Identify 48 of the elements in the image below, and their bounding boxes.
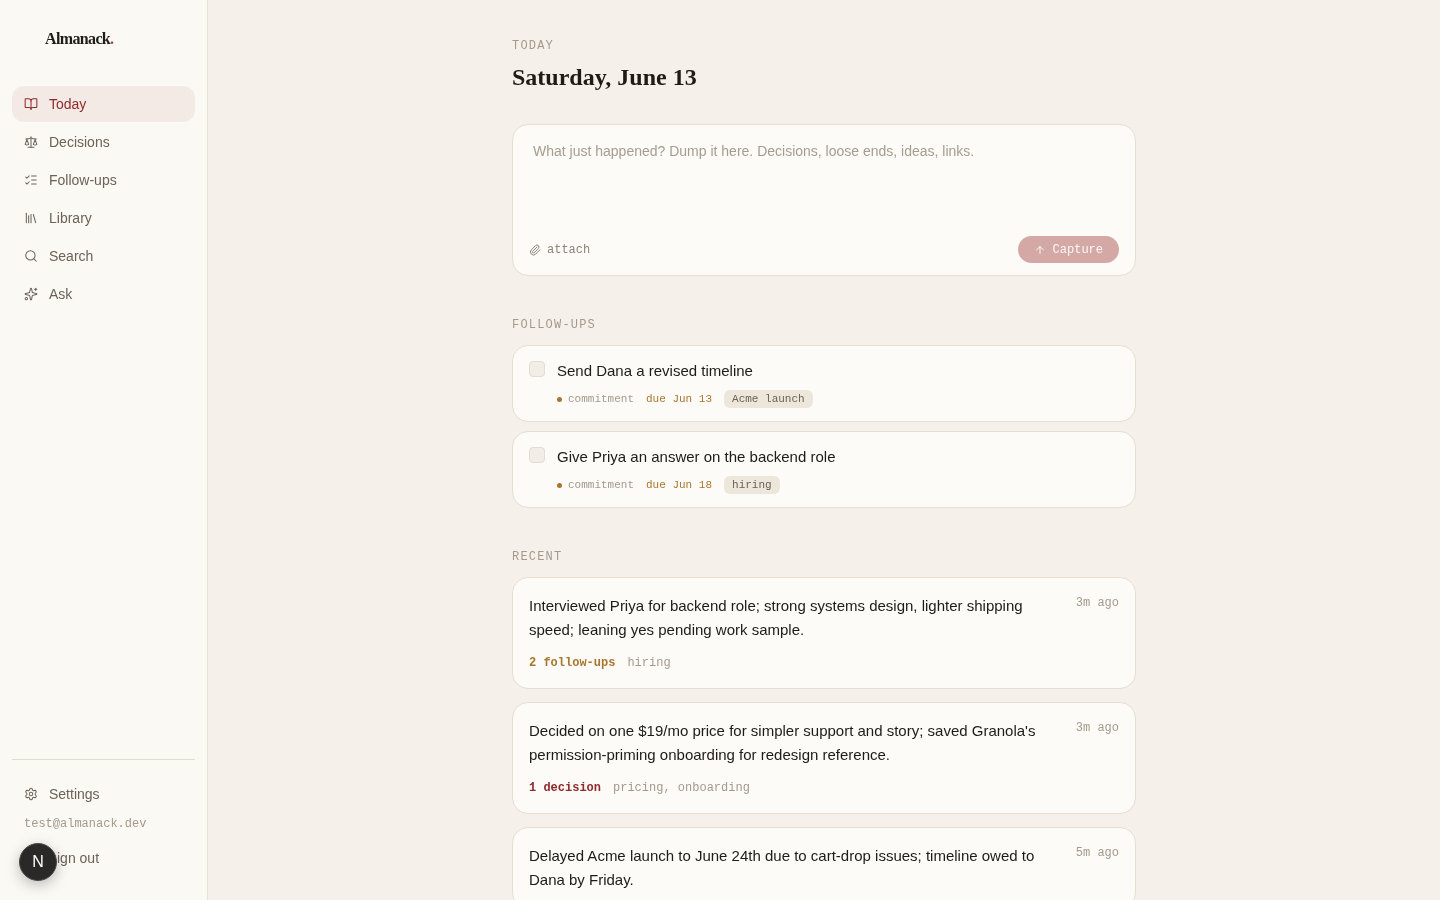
nav-item[interactable]: Follow-ups	[12, 162, 195, 198]
settings-icon	[24, 787, 38, 801]
sign-out-link[interactable]: ign out	[57, 848, 100, 868]
user-email: test@almanack.dev	[24, 816, 147, 832]
timestamp: 3m ago	[1075, 720, 1119, 736]
count-label: 2 follow-ups	[529, 655, 616, 671]
tag: Acme launch	[724, 390, 813, 408]
paperclip-icon	[529, 243, 541, 256]
follow-up-type: commitment	[568, 392, 634, 407]
tag: hiring	[724, 476, 780, 494]
page-title: Saturday, June 13	[512, 63, 697, 92]
nav-item[interactable]: Search	[12, 238, 195, 274]
due-date: due Jun 18	[646, 478, 713, 493]
follow-up-type: commitment	[568, 478, 634, 493]
nav-item[interactable]: Ask	[12, 276, 195, 312]
section-heading: RECENT	[512, 549, 563, 565]
note-card[interactable]: Delayed Acme launch to June 24th due to cart-drop issues; timeline owed to Dana by Friday. 5m ago	[512, 827, 1136, 900]
sparkles-icon	[24, 287, 38, 301]
checklist-icon	[24, 173, 38, 187]
nav-item[interactable]: Decisions	[12, 124, 195, 160]
section-heading: TODAY	[512, 38, 554, 54]
note-text: Decided on one $19/mo price for simpler support and story; saved Granola's permission-priming onboarding for redesign reference.	[529, 721, 1037, 765]
checkbox[interactable]	[529, 447, 545, 463]
nav-item[interactable]: Library	[12, 200, 195, 236]
checkbox[interactable]	[529, 361, 545, 377]
attach-button[interactable]: attach	[529, 241, 591, 258]
timestamp: 3m ago	[1075, 595, 1119, 611]
scales-icon	[24, 135, 38, 149]
tag-list: hiring	[627, 655, 671, 671]
settings-link[interactable]: Settings	[12, 776, 195, 812]
book-icon	[24, 97, 38, 111]
search-icon	[24, 249, 38, 263]
timestamp: 5m ago	[1075, 845, 1119, 861]
section-heading: FOLLOW-UPS	[512, 317, 596, 333]
arrow-up-icon	[1033, 243, 1046, 256]
logo: Almanack.	[45, 29, 114, 49]
note-card[interactable]: Interviewed Priya for backend role; strong systems design, lighter shipping speed; leaning yes pending work sample. 3m ago 2 follow-ups hiring	[512, 577, 1136, 689]
tag-list: pricing, onboarding	[613, 780, 750, 796]
count-label: 1 decision	[529, 780, 601, 796]
note-text: Delayed Acme launch to June 24th due to cart-drop issues; timeline owed to Dana by Friday.	[529, 846, 1036, 890]
due-date: due Jun 13	[646, 392, 713, 407]
follow-up-title: Send Dana a revised timeline	[557, 361, 753, 381]
capture-field[interactable]: What just happened? Dump it here. Decisions, loose ends, ideas, links.	[529, 141, 1119, 221]
follow-up-title: Give Priya an answer on the backend role	[557, 447, 836, 467]
nav-item[interactable]: Today	[12, 86, 195, 122]
note-card[interactable]: Decided on one $19/mo price for simpler support and story; saved Granola's permission-priming onboarding for redesign reference. 3m ago 1 decision pricing, onboarding	[512, 702, 1136, 814]
books-icon	[24, 211, 38, 225]
note-text: Interviewed Priya for backend role; strong systems design, lighter shipping speed; leaning yes pending work sample.	[529, 596, 1024, 640]
